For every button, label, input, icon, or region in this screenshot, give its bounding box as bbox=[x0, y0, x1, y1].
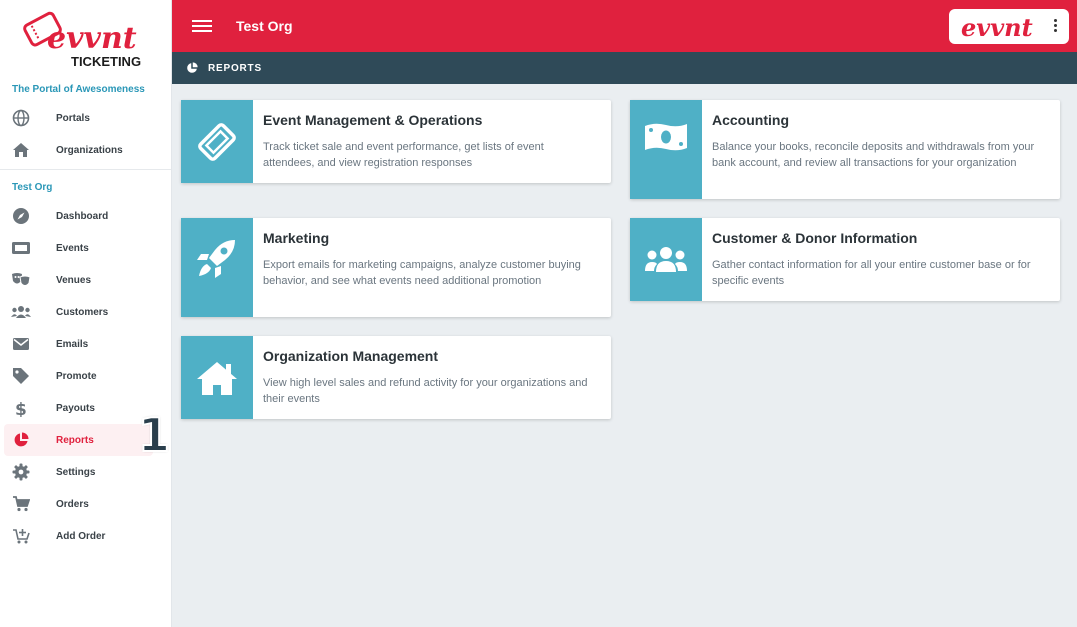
card-icon-tile bbox=[181, 218, 253, 317]
top-header: Test Org evvnt bbox=[172, 0, 1077, 52]
sidebar-item-label: Portals bbox=[56, 112, 90, 124]
home-icon bbox=[10, 141, 32, 159]
globe-icon bbox=[10, 109, 32, 127]
annotation-number: 1 bbox=[137, 408, 171, 462]
section-title: REPORTS bbox=[208, 62, 262, 74]
sidebar: evvnt TICKETING The Portal of Awesomenes… bbox=[0, 0, 172, 627]
cart-plus-icon bbox=[10, 527, 32, 545]
sidebar-item-label: Organizations bbox=[56, 144, 123, 156]
ticket-icon bbox=[10, 239, 32, 257]
sidebar-item-events[interactable]: Events bbox=[0, 232, 171, 264]
section-label-org: Test Org bbox=[12, 182, 53, 193]
card-icon-tile bbox=[630, 218, 702, 301]
evvnt-header-logo-icon: evvnt bbox=[961, 13, 1033, 42]
sidebar-item-portals[interactable]: Portals bbox=[0, 102, 171, 134]
card-description: Track ticket sale and event performance,… bbox=[263, 141, 544, 169]
gear-icon bbox=[10, 463, 32, 481]
card-description: Balance your books, reconcile deposits a… bbox=[712, 141, 1035, 169]
card-description: Gather contact information for all your … bbox=[712, 259, 1031, 287]
envelope-icon bbox=[10, 335, 32, 353]
section-label-portal: The Portal of Awesomeness bbox=[12, 84, 145, 95]
theater-masks-icon bbox=[10, 271, 32, 289]
ticket-icon bbox=[198, 122, 236, 161]
sidebar-item-label: Promote bbox=[56, 370, 97, 382]
sidebar-item-label: Dashboard bbox=[56, 210, 109, 222]
card-title: Customer & Donor Information bbox=[712, 230, 918, 246]
users-icon bbox=[10, 303, 32, 321]
svg-text:TICKETING: TICKETING bbox=[71, 54, 141, 69]
sidebar-item-label: Emails bbox=[56, 338, 89, 350]
card-title: Organization Management bbox=[263, 348, 439, 364]
users-icon bbox=[645, 246, 687, 272]
card-icon-tile bbox=[181, 100, 253, 183]
card-icon-tile bbox=[630, 100, 702, 199]
tag-icon bbox=[10, 367, 32, 385]
page-title: Test Org bbox=[236, 18, 293, 34]
sidebar-item-add-order[interactable]: Add Order bbox=[0, 520, 171, 552]
sidebar-item-promote[interactable]: Promote bbox=[0, 360, 171, 392]
dollar-icon: $ bbox=[10, 399, 32, 417]
report-card-event-management[interactable]: Event Management & Operations Track tick… bbox=[181, 100, 611, 183]
sidebar-item-organizations[interactable]: Organizations bbox=[0, 134, 171, 166]
sidebar-item-label: Events bbox=[56, 242, 89, 254]
pie-chart-icon bbox=[10, 431, 32, 449]
sidebar-item-reports[interactable]: Reports bbox=[4, 424, 153, 456]
card-title: Event Management & Operations bbox=[263, 112, 483, 128]
pie-chart-icon bbox=[186, 62, 198, 74]
rocket-icon bbox=[197, 240, 235, 278]
cart-icon bbox=[10, 495, 32, 513]
sidebar-item-customers[interactable]: Customers bbox=[0, 296, 171, 328]
card-title: Accounting bbox=[712, 112, 789, 128]
sidebar-item-venues[interactable]: Venues bbox=[0, 264, 171, 296]
card-icon-tile bbox=[181, 336, 253, 419]
brand-menu-button[interactable]: evvnt bbox=[949, 9, 1069, 44]
report-card-customer-donor[interactable]: Customer & Donor Information Gather cont… bbox=[630, 218, 1060, 301]
sidebar-item-label: Settings bbox=[56, 466, 96, 478]
sidebar-item-emails[interactable]: Emails bbox=[0, 328, 171, 360]
sidebar-item-label: Payouts bbox=[56, 402, 95, 414]
sidebar-divider bbox=[0, 169, 171, 170]
sidebar-item-orders[interactable]: Orders bbox=[0, 488, 171, 520]
card-description: View high level sales and refund activit… bbox=[263, 377, 588, 405]
sidebar-item-label: Venues bbox=[56, 274, 92, 286]
kebab-menu-icon[interactable] bbox=[1054, 19, 1057, 34]
sidebar-item-dashboard[interactable]: Dashboard bbox=[0, 200, 171, 232]
svg-text:evvnt: evvnt bbox=[47, 21, 137, 56]
sidebar-item-label: Reports bbox=[56, 434, 94, 446]
svg-text:$: $ bbox=[15, 400, 27, 417]
svg-text:evvnt: evvnt bbox=[961, 13, 1033, 42]
hamburger-menu-icon[interactable] bbox=[192, 17, 212, 35]
compass-icon bbox=[10, 207, 32, 225]
report-card-marketing[interactable]: Marketing Export emails for marketing ca… bbox=[181, 218, 611, 317]
card-title: Marketing bbox=[263, 230, 330, 246]
home-icon bbox=[197, 361, 237, 395]
brand-logo[interactable]: evvnt TICKETING bbox=[0, 0, 171, 78]
money-bill-icon bbox=[645, 123, 687, 151]
evvnt-logo-icon: evvnt TICKETING bbox=[22, 11, 141, 69]
breadcrumb: REPORTS bbox=[172, 52, 1077, 84]
report-card-organization-management[interactable]: Organization Management View high level … bbox=[181, 336, 611, 419]
sidebar-item-label: Orders bbox=[56, 498, 89, 510]
card-description: Export emails for marketing campaigns, a… bbox=[263, 259, 581, 287]
report-card-accounting[interactable]: Accounting Balance your books, reconcile… bbox=[630, 100, 1060, 199]
sidebar-item-label: Add Order bbox=[56, 530, 106, 542]
sidebar-item-label: Customers bbox=[56, 306, 109, 318]
